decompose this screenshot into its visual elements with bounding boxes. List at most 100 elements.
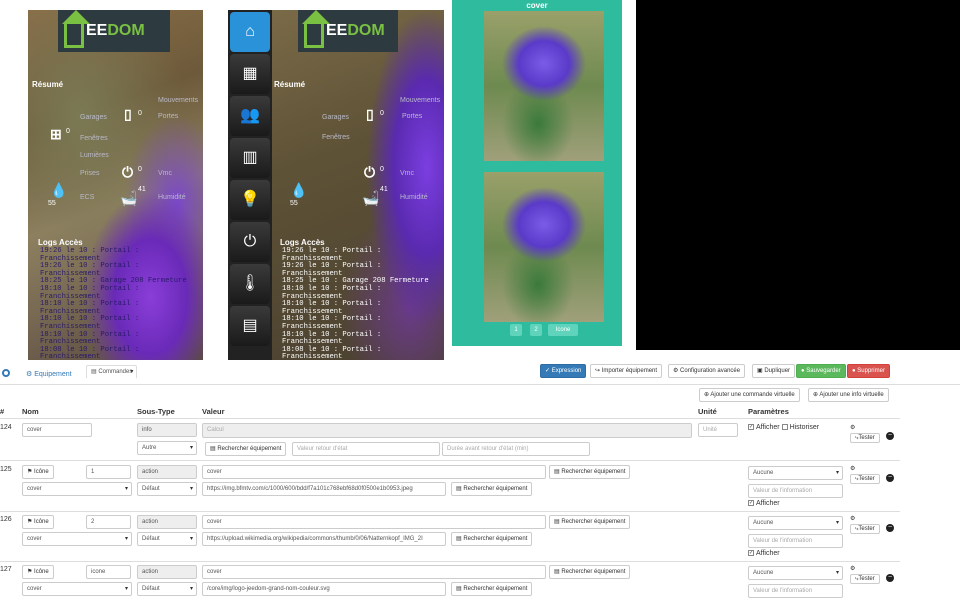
log-entry: 19:26 le 10 : Portail : Franchissement <box>282 247 382 263</box>
label-garages: Garages <box>322 114 349 121</box>
grid-icon[interactable]: ▦ <box>230 54 270 94</box>
tester-button[interactable]: ⤷Tester <box>850 574 880 584</box>
dashboard-widget-2: EEDOM Résumé Garages Fenêtres Mouvements… <box>272 10 444 360</box>
log-entry: 18:10 le 10 : Portail : Franchissement <box>40 284 140 301</box>
label-fenetres: Fenêtres <box>80 135 108 142</box>
log-entry: 19:26 le 10 : Portail : Franchissement <box>282 262 382 278</box>
sauvegarder-button[interactable]: ● Sauvegarder <box>796 364 846 378</box>
dupliquer-button[interactable]: ▣ Dupliquer <box>752 364 796 378</box>
search-equipment-button[interactable]: ▤ Rechercher équipement <box>451 582 533 596</box>
remove-icon[interactable]: − <box>886 474 894 482</box>
tester-button[interactable]: ⤷Tester <box>850 474 880 484</box>
info-value-input[interactable]: Valeur de l'information <box>748 534 843 548</box>
document-icon[interactable]: ▤ <box>230 306 270 346</box>
type-field: info <box>137 423 197 437</box>
sidebar: ⌂ ▦ 👥 ▥ 💡 ⏻ 🌡 ▤ <box>228 10 272 360</box>
cover-widget: cover 1 2 Icone <box>452 0 622 346</box>
label-portes: Portes <box>158 113 179 120</box>
portes-value: 0 <box>138 110 142 117</box>
value-select[interactable]: cover <box>22 482 132 496</box>
url-input[interactable]: https://upload.wikimedia.org/wikipedia/c… <box>202 532 446 546</box>
search-equipment-button[interactable]: ▤ Rechercher équipement <box>549 465 631 479</box>
col-valeur: Valeur <box>202 407 225 416</box>
name-input[interactable]: 1 <box>86 465 131 479</box>
back-icon[interactable] <box>2 369 10 377</box>
remove-icon[interactable]: − <box>886 574 894 582</box>
add-cmd-button[interactable]: ⊕ Ajouter une commande virtuelle <box>699 388 800 402</box>
cover-page-2[interactable]: 2 <box>530 324 542 336</box>
remove-icon[interactable]: − <box>886 524 894 532</box>
logs-title: Logs Accès <box>280 238 325 247</box>
power-icon[interactable]: ⏻ <box>230 222 270 262</box>
search-equipment-button[interactable]: ▤ Rechercher équipement <box>451 532 533 546</box>
search-equipment-button[interactable]: ▤ Rechercher équipement <box>549 515 631 529</box>
config-button[interactable]: ⚙ Configuration avancée <box>668 364 746 378</box>
tester-button[interactable]: ⤷Tester <box>850 433 880 443</box>
prises-value: 0 <box>138 166 142 173</box>
search-equipment-button[interactable]: ▤ Rechercher équipement <box>205 442 287 456</box>
url-input[interactable]: https://img.bfmtv.com/c/1000/600/bdd/f7a… <box>202 482 446 496</box>
name-input[interactable]: icone <box>86 565 131 579</box>
type-field: action <box>137 515 197 529</box>
value-select[interactable]: cover <box>22 532 132 546</box>
prises-value: 0 <box>380 166 384 173</box>
subtype-select[interactable]: Autre <box>137 441 197 455</box>
info-select[interactable]: Aucune <box>748 566 843 580</box>
door-icon: ▯ <box>124 106 132 122</box>
config-icon[interactable]: ⚙ <box>850 565 855 572</box>
lightbulb-icon[interactable]: 💡 <box>230 180 270 220</box>
name-input[interactable]: cover <box>22 423 92 437</box>
label-garages: Garages <box>80 114 107 121</box>
info-value-input[interactable]: Valeur de l'information <box>748 584 843 598</box>
subtype-select[interactable]: Défaut <box>137 532 197 546</box>
icon-button[interactable]: ⚑ Icône <box>22 515 54 529</box>
config-icon[interactable]: ⚙ <box>850 515 855 522</box>
calcul-input[interactable]: Calcul <box>202 423 692 438</box>
subtype-select[interactable]: Défaut <box>137 582 197 596</box>
search-equipment-button[interactable]: ▤ Rechercher équipement <box>549 565 631 579</box>
logs-title: Logs Accès <box>38 238 83 247</box>
info-value-input[interactable]: Valeur de l'information <box>748 484 843 498</box>
tab-equipement[interactable]: ⚙ Equipement <box>20 365 78 385</box>
tab-commandes[interactable]: ▤ Commandes <box>86 365 138 379</box>
importer-button[interactable]: ↪ Importer équipement <box>590 364 663 378</box>
portes-value: 0 <box>380 110 384 117</box>
valeur-retour-input[interactable]: Valeur retour d'état <box>292 442 440 456</box>
afficher-checkbox[interactable]: ✓ Afficher Historiser <box>748 424 819 431</box>
search-equipment-button[interactable]: ▤ Rechercher équipement <box>451 482 533 496</box>
name-input[interactable]: 2 <box>86 515 131 529</box>
gate-icon[interactable]: ▥ <box>230 138 270 178</box>
info-select[interactable]: Aucune <box>748 516 843 530</box>
afficher-checkbox[interactable]: ✓ Afficher <box>748 500 780 507</box>
supprimer-button[interactable]: ● Supprimer <box>847 364 890 378</box>
value-input[interactable]: cover <box>202 515 546 529</box>
door-icon: ▯ <box>366 106 374 122</box>
cover-page-icone[interactable]: Icone <box>548 324 578 336</box>
row-id: 124 <box>0 424 12 431</box>
value-select[interactable]: cover <box>22 582 132 596</box>
icon-button[interactable]: ⚑ Icône <box>22 565 54 579</box>
people-icon[interactable]: 👥 <box>230 96 270 136</box>
remove-icon[interactable]: − <box>886 432 894 440</box>
label-mouvements: Mouvements <box>158 97 199 104</box>
afficher-checkbox[interactable]: ✓ Afficher <box>748 550 780 557</box>
config-icon[interactable]: ⚙ <box>850 465 855 472</box>
icon-button[interactable]: ⚑ Icône <box>22 465 54 479</box>
home-icon[interactable]: ⌂ <box>230 12 270 52</box>
value-input[interactable]: cover <box>202 465 546 479</box>
value-input[interactable]: cover <box>202 565 546 579</box>
label-vmc: Vmc <box>158 170 172 177</box>
cover-page-1[interactable]: 1 <box>510 324 522 336</box>
tester-button[interactable]: ⤷Tester <box>850 524 880 534</box>
cover-title: cover <box>526 1 548 10</box>
add-info-button[interactable]: ⊕ Ajouter une info virtuelle <box>808 388 889 402</box>
unite-input[interactable]: Unité <box>698 423 738 437</box>
info-select[interactable]: Aucune <box>748 466 843 480</box>
url-input[interactable]: /core/img/logo-jeedom-grand-nom-couleur.… <box>202 582 446 596</box>
config-icon[interactable]: ⚙ <box>850 424 855 431</box>
duree-input[interactable]: Durée avant retour d'état (min) <box>442 442 590 456</box>
subtype-select[interactable]: Défaut <box>137 482 197 496</box>
thermometer-icon[interactable]: 🌡 <box>230 264 270 304</box>
expression-button[interactable]: ✓ Expression <box>540 364 587 378</box>
log-entry: 18:10 le 10 : Portail : Franchissement <box>40 330 140 347</box>
